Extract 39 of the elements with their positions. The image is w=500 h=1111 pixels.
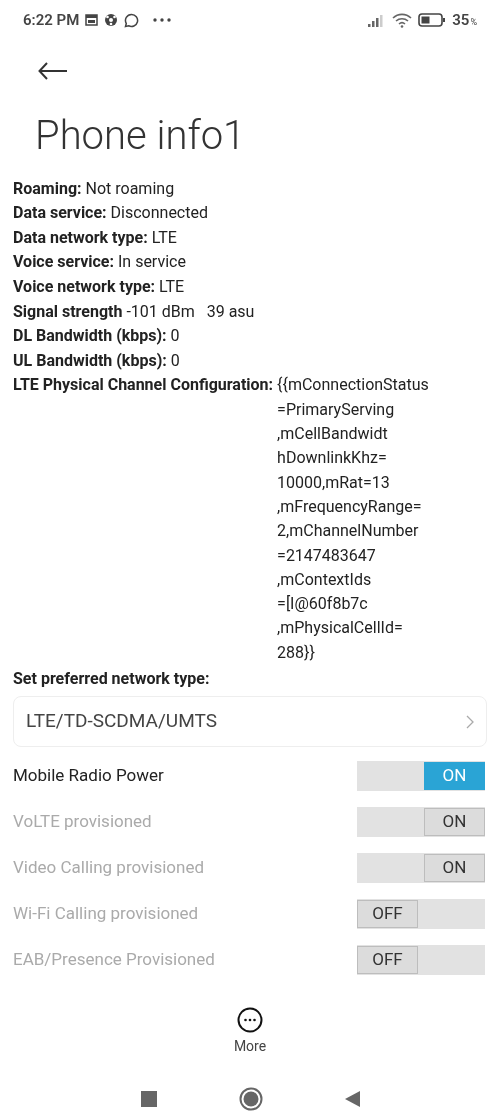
battery-icon: [418, 13, 447, 28]
toggle-thumb: ON: [424, 808, 485, 836]
page-title: Phone info1: [35, 110, 247, 161]
toggle-label: Wi-Fi Calling provisioned: [13, 902, 199, 926]
toggle-thumb: ON: [424, 854, 485, 882]
status-time: 6:22 PM: [23, 10, 80, 32]
back-arrow-icon[interactable]: [38, 61, 68, 80]
chevron-right-icon: [466, 714, 474, 729]
toggle-thumb: ON: [424, 762, 485, 790]
info-row-text: Voice network type: LTE: [13, 276, 186, 299]
more-button[interactable]: More: [233, 1007, 267, 1057]
info-row-text: Data service: Disconnected: [13, 202, 209, 225]
toggle-label: Video Calling provisioned: [13, 856, 204, 880]
ball-icon: [104, 13, 119, 28]
toggle-label: Mobile Radio Power: [13, 764, 164, 788]
home-icon[interactable]: [238, 1087, 263, 1111]
toggle-thumb: OFF: [357, 946, 418, 974]
battery-level: 35: [452, 10, 470, 32]
toggle-label: VoLTE provisioned: [13, 810, 152, 834]
info-row-text: Roaming: Not roaming: [13, 177, 176, 200]
info-label: LTE Physical Channel Configuration:: [13, 374, 274, 397]
info-row-text: UL Bandwidth (kbps): 0: [13, 349, 181, 372]
chat-icon: [124, 12, 140, 28]
battery-unit: %: [470, 16, 477, 30]
more-dots-icon: [153, 18, 172, 23]
more-icon: [237, 1007, 263, 1033]
info-row-text: Voice service: In service: [13, 251, 187, 274]
info-value: {{mConnectionStatus =PrimaryServing ,mCellBandwidt hDownlinkKhz= 10000,mRat=13 ,mFrequencyRange= 2,mChannelNumber =2147483647 ,mContextIds =[I@60f8b7c ,mPhysicalCellId= 288}}: [277, 374, 429, 664]
calendar-icon: [85, 14, 99, 27]
toggle-label: EAB/Presence Provisioned: [13, 948, 215, 972]
info-row-text: DL Bandwidth (kbps): 0: [13, 325, 181, 348]
info-row-text: Data network type: LTE: [13, 226, 178, 249]
wifi-icon: [392, 12, 413, 28]
network-type-dropdown[interactable]: LTE/TD-SCDMA/UMTS: [13, 696, 487, 747]
back-icon[interactable]: [344, 1091, 360, 1107]
info-row-text: Signal strength -101 dBm 39 asu: [13, 300, 256, 323]
recents-icon[interactable]: [140, 1091, 157, 1107]
toggle-thumb: OFF: [357, 900, 418, 928]
section-label: Set preferred network type:: [13, 668, 211, 690]
